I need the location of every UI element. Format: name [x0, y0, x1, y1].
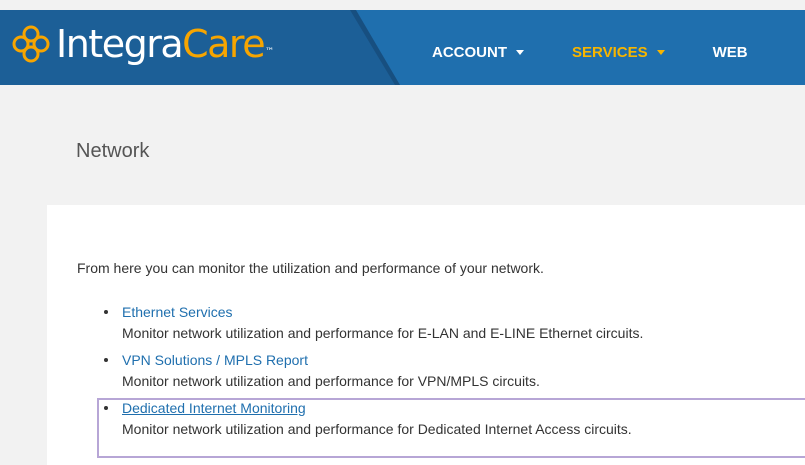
nav-account-label: ACCOUNT — [432, 44, 507, 61]
logo-trademark: ™ — [265, 47, 274, 57]
intro-text: From here you can monitor the utilizatio… — [77, 260, 544, 276]
vpn-mpls-report-link[interactable]: VPN Solutions / MPLS Report — [122, 350, 643, 371]
list-item: Ethernet Services Monitor network utiliz… — [104, 302, 643, 350]
nav-web-label: WEB — [712, 44, 748, 61]
caret-down-icon — [516, 50, 524, 55]
nav-account[interactable]: ACCOUNT — [432, 44, 524, 61]
bullet-icon — [104, 358, 108, 362]
nav-services[interactable]: SERVICES — [572, 44, 665, 61]
logo-wordmark: IntegraCare™ — [56, 20, 274, 68]
logo-text-care: Care — [182, 22, 266, 66]
top-navigation-bar: IntegraCare™ ACCOUNT SERVICES WEB — [0, 0, 805, 85]
page-title: Network — [76, 140, 150, 162]
ethernet-services-link[interactable]: Ethernet Services — [122, 302, 643, 323]
logo-text-integra: Integra — [56, 22, 184, 66]
main-nav: ACCOUNT SERVICES WEB — [432, 44, 748, 61]
highlight-box — [97, 398, 805, 458]
list-item: VPN Solutions / MPLS Report Monitor netw… — [104, 350, 643, 398]
nav-services-label: SERVICES — [572, 44, 648, 61]
bullet-icon — [104, 310, 108, 314]
caret-down-icon — [656, 50, 665, 55]
service-description: Monitor network utilization and performa… — [122, 373, 540, 389]
integracare-flower-icon — [12, 25, 50, 63]
nav-web[interactable]: WEB — [713, 44, 748, 61]
integracare-logo[interactable]: IntegraCare™ — [10, 20, 274, 68]
header-top-stripe — [0, 0, 805, 10]
service-description: Monitor network utilization and performa… — [122, 325, 644, 341]
